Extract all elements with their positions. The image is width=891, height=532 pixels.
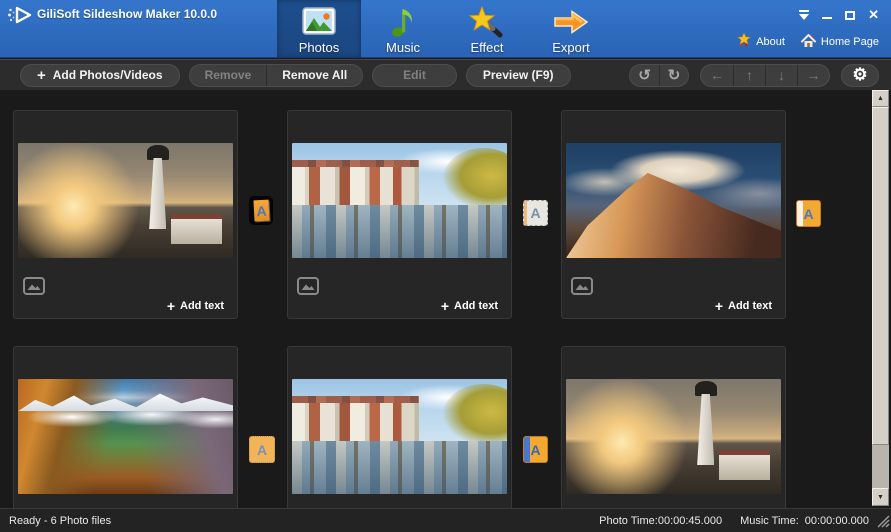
status-text: Ready - 6 Photo files: [9, 514, 112, 527]
photos-icon: [302, 4, 336, 40]
music-time-label: Music Time:: [740, 514, 799, 527]
toolbar-left-group: + Add Photos/Videos Remove Remove All Ed…: [20, 63, 571, 87]
about-label: About: [756, 36, 785, 48]
title-bar: GiliSoft Sildeshow Maker 10.0.0 ✕ Photos…: [0, 0, 891, 58]
add-text-button[interactable]: + Add text: [167, 299, 224, 313]
tab-music[interactable]: Music: [361, 0, 445, 58]
toolbar-right-group: ↺ ↻ ← ↑ ↓ → ⚙: [629, 63, 879, 87]
scroll-down-icon[interactable]: ▼: [872, 488, 889, 506]
tab-photos-label: Photos: [298, 40, 340, 55]
redo-icon[interactable]: ↻: [659, 64, 688, 86]
time-info: Photo Time: 00:00:45.000 Music Time: 00:…: [599, 515, 877, 527]
picture-icon: [23, 277, 45, 300]
header-links: About Home Page: [737, 32, 879, 51]
about-link[interactable]: About: [737, 32, 785, 51]
resize-grip[interactable]: [877, 515, 890, 531]
music-note-icon: [389, 4, 417, 40]
scrollbar-thumb[interactable]: [872, 107, 889, 445]
slide-card[interactable]: + Add text: [13, 110, 238, 319]
slide-card[interactable]: + Add text: [561, 110, 786, 319]
slide-grid: + Add text + Add text + Add text A A A A…: [0, 90, 891, 508]
home-page-label: Home Page: [820, 36, 879, 48]
gilisoft-logo-icon: [7, 5, 33, 30]
window-controls: ✕: [799, 8, 879, 21]
photo-thumbnail: [292, 143, 507, 258]
move-down-icon[interactable]: ↓: [765, 64, 797, 86]
photo-thumbnail: [292, 379, 507, 494]
tab-effect-label: Effect: [470, 40, 504, 55]
app-window: GiliSoft Sildeshow Maker 10.0.0 ✕ Photos…: [0, 0, 891, 532]
tab-export[interactable]: Export: [529, 0, 613, 58]
status-bar: Ready - 6 Photo files Photo Time: 00:00:…: [0, 508, 891, 532]
picture-icon: [571, 277, 593, 300]
slide-card[interactable]: [561, 346, 786, 508]
minimize-icon[interactable]: [822, 9, 833, 21]
transition-icon[interactable]: A: [523, 200, 548, 226]
home-icon: [800, 33, 816, 51]
close-icon[interactable]: ✕: [868, 8, 879, 21]
main-nav-tabs: Photos Music Effect Export: [277, 0, 613, 58]
magic-wand-star-icon: [469, 4, 505, 40]
transition-icon[interactable]: A: [249, 436, 275, 463]
photo-time-label: Photo Time:: [599, 514, 658, 527]
maximize-icon[interactable]: [845, 9, 856, 21]
add-text-button[interactable]: + Add text: [441, 299, 498, 313]
undo-redo-group: ↺ ↻: [629, 63, 689, 87]
preview-button[interactable]: Preview (F9): [465, 63, 571, 87]
remove-all-button[interactable]: Remove All: [266, 64, 362, 86]
tab-photos[interactable]: Photos: [277, 0, 361, 58]
photo-thumbnail: [18, 379, 233, 494]
move-right-icon[interactable]: →: [797, 64, 829, 86]
window-menu-icon[interactable]: [799, 9, 810, 21]
undo-icon[interactable]: ↺: [630, 65, 659, 86]
plus-icon: +: [714, 298, 723, 314]
photo-thumbnail: [566, 143, 781, 258]
toolbar: + Add Photos/Videos Remove Remove All Ed…: [0, 59, 891, 90]
window-title: GiliSoft Sildeshow Maker 10.0.0: [37, 7, 218, 21]
edit-button[interactable]: Edit: [372, 63, 457, 87]
photo-time-value: 00:00:45.000: [657, 514, 723, 527]
transition-icon[interactable]: A: [249, 196, 273, 225]
slide-card[interactable]: [13, 346, 238, 508]
plus-icon: +: [37, 66, 46, 84]
remove-button[interactable]: Remove: [190, 65, 267, 86]
transition-icon[interactable]: A: [796, 200, 821, 227]
picture-icon: [297, 277, 319, 300]
photo-thumbnail: [18, 143, 233, 258]
home-page-link[interactable]: Home Page: [800, 33, 879, 51]
transition-icon[interactable]: A: [523, 436, 548, 463]
move-arrows-group: ← ↑ ↓ →: [700, 63, 830, 87]
tab-export-label: Export: [552, 40, 590, 55]
move-up-icon[interactable]: ↑: [733, 64, 765, 86]
scroll-up-icon[interactable]: ▲: [872, 90, 889, 107]
export-arrow-icon: [552, 4, 590, 40]
gear-icon: ⚙: [852, 65, 868, 84]
settings-button[interactable]: ⚙: [841, 63, 879, 87]
plus-icon: +: [440, 298, 449, 314]
music-time-value: 00:00:00.000: [804, 514, 869, 527]
add-text-button[interactable]: + Add text: [715, 299, 772, 313]
slide-card[interactable]: + Add text: [287, 110, 512, 319]
medal-icon: [737, 32, 752, 51]
tab-music-label: Music: [386, 40, 420, 55]
remove-button-group: Remove Remove All: [188, 63, 364, 87]
move-left-icon[interactable]: ←: [701, 65, 733, 86]
add-photos-videos-button[interactable]: + Add Photos/Videos: [20, 63, 180, 87]
plus-icon: +: [166, 298, 175, 314]
tab-effect[interactable]: Effect: [445, 0, 529, 58]
slide-card[interactable]: [287, 346, 512, 508]
photo-thumbnail: [566, 379, 781, 494]
vertical-scrollbar[interactable]: ▲ ▼: [872, 90, 889, 506]
